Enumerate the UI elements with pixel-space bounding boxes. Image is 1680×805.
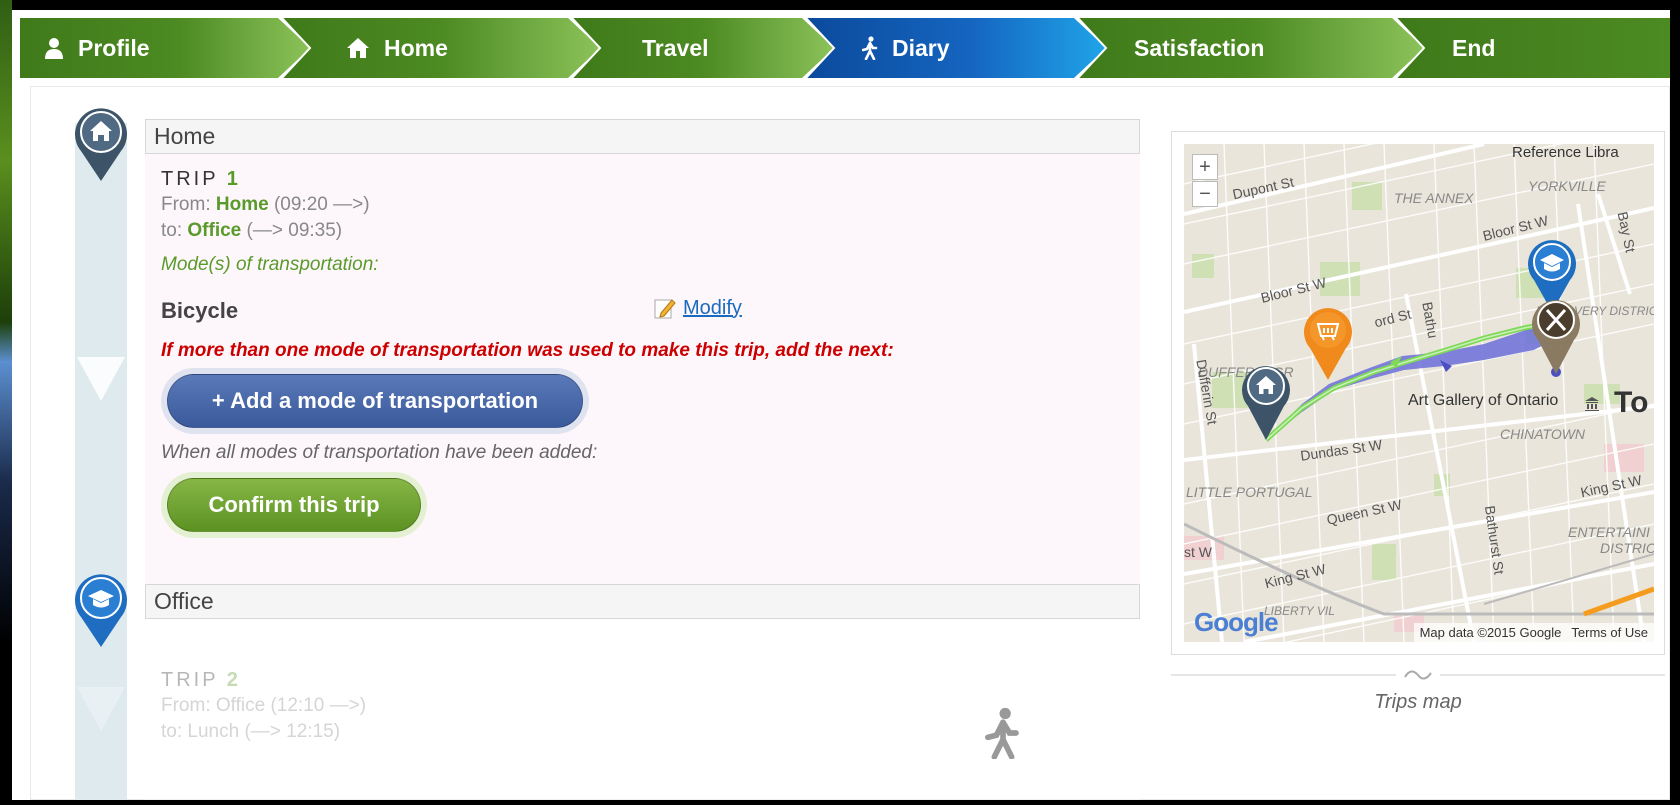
- step-home-label: Home: [384, 34, 448, 61]
- trip-heading: TRIP 1: [161, 168, 238, 191]
- trip-heading: TRIP 2: [161, 669, 238, 692]
- to-label: to:: [161, 220, 183, 241]
- map-label-yorkville: YORKVILLE: [1528, 178, 1606, 194]
- step-diary-background: [806, 18, 1106, 78]
- step-travel-label: Travel: [642, 34, 709, 61]
- step-end[interactable]: End: [1396, 18, 1670, 78]
- step-end-background: [1396, 18, 1670, 78]
- section-header-home: Home: [145, 119, 1140, 154]
- more-modes-note: If more than one mode of transportation …: [161, 340, 894, 361]
- chevron-down-icon: [77, 687, 125, 731]
- section-header-office: Office: [145, 584, 1140, 619]
- step-satisfaction-label: Satisfaction: [1134, 34, 1265, 61]
- step-satisfaction[interactable]: Satisfaction: [1078, 18, 1424, 78]
- section-title: Office: [154, 588, 214, 614]
- from-place: Office: [215, 695, 266, 716]
- graduation-cap-pin-icon: [75, 574, 127, 647]
- from-label: From:: [161, 194, 211, 215]
- step-profile-label-group: Profile: [44, 35, 150, 62]
- add-mode-button[interactable]: + Add a mode of transportation: [167, 374, 583, 428]
- trip-label: TRIP: [161, 168, 219, 190]
- trip-card-1: TRIP 1 From: Home (09:20 —>) to: Office …: [145, 154, 1140, 584]
- map-label-entertainment: ENTERTAINI: [1568, 524, 1650, 540]
- diary-content: Home TRIP 1 From: Home (09:20 —>) to: Of…: [30, 86, 1670, 800]
- edit-icon: [654, 299, 676, 319]
- step-end-label-group: End: [1452, 35, 1495, 62]
- trips-map-panel: Dupont St THE ANNEX YORKVILLE Reference …: [1171, 131, 1665, 655]
- to-time: (—> 12:15): [244, 721, 341, 742]
- from-place: Home: [215, 194, 269, 215]
- map-label-chinatown: CHINATOWN: [1500, 426, 1586, 442]
- person-icon: [45, 38, 63, 59]
- background-strip: [0, 0, 12, 805]
- map-label-little-portugal: LITTLE PORTUGAL: [1186, 484, 1313, 500]
- map-caption: Trips map: [1374, 691, 1462, 713]
- step-home[interactable]: Home: [282, 18, 600, 78]
- map-label-to: To: [1614, 386, 1649, 419]
- add-mode-button-wrap: + Add a mode of transportation: [161, 368, 589, 434]
- from-time: (12:10 —>): [270, 695, 367, 716]
- from-time: (09:20 —>): [273, 194, 370, 215]
- to-time: (—> 09:35): [246, 220, 343, 241]
- zoom-in-button[interactable]: +: [1192, 154, 1218, 180]
- all-added-note: When all modes of transportation have be…: [161, 442, 598, 463]
- section-title: Home: [154, 123, 216, 149]
- survey-page: Profile Home Travel Diary Satisfaction E…: [12, 10, 1670, 800]
- screen-frame: Profile Home Travel Diary Satisfaction E…: [0, 0, 1680, 805]
- chevron-down-icon: [77, 357, 125, 401]
- step-diary[interactable]: Diary: [806, 18, 1106, 78]
- confirm-trip-button[interactable]: Confirm this trip: [167, 478, 421, 532]
- step-profile[interactable]: Profile: [20, 18, 310, 78]
- map-label-art-gallery: Art Gallery of Ontario: [1408, 392, 1559, 409]
- trip-from-line: From: Home (09:20 —>): [161, 194, 370, 216]
- map-home-pin-icon: [1242, 366, 1290, 440]
- map-label-st-w: st W: [1184, 544, 1212, 560]
- terms-of-use-link[interactable]: Terms of Use: [1571, 625, 1648, 640]
- step-travel[interactable]: Travel: [572, 18, 834, 78]
- to-place: Office: [187, 220, 242, 241]
- zoom-out-button[interactable]: −: [1192, 181, 1218, 207]
- google-logo: Google: [1194, 607, 1279, 638]
- trip-to-line: to: Office (—> 09:35): [161, 220, 342, 242]
- step-end-label: End: [1452, 34, 1496, 61]
- map-label-district: DISTRIC: [1600, 540, 1654, 556]
- modify-label: Modify: [683, 296, 742, 319]
- map-divider: [1171, 665, 1665, 685]
- map-label-annex: THE ANNEX: [1394, 190, 1474, 206]
- walking-icon: [985, 707, 1019, 759]
- map-attribution: Map data ©2015 Google Terms of Use: [1413, 623, 1654, 642]
- trip-label: TRIP: [161, 669, 219, 691]
- step-profile-label: Profile: [78, 34, 150, 61]
- confirm-button-wrap: Confirm this trip: [161, 472, 427, 538]
- map-label-reference-library: Reference Libra: [1512, 144, 1619, 161]
- step-diary-label: Diary: [892, 34, 950, 61]
- to-label: to:: [161, 721, 183, 742]
- trip-number: 2: [226, 669, 238, 691]
- step-home-label-group: Home: [346, 35, 448, 62]
- trip-from-line: From: Office (12:10 —>): [161, 695, 366, 717]
- to-place: Lunch: [187, 721, 240, 742]
- home-pin-icon: [75, 108, 127, 181]
- trip-number: 1: [226, 168, 238, 190]
- trip-to-line: to: Lunch (—> 12:15): [161, 721, 340, 743]
- map-restaurant-pin-icon: [1532, 300, 1580, 374]
- google-logo-text: Google: [1194, 607, 1279, 637]
- map-shopping-pin-icon: [1304, 308, 1352, 380]
- from-label: From:: [161, 695, 211, 716]
- home-icon: [347, 38, 369, 58]
- step-navigation: Profile Home Travel Diary Satisfaction E…: [20, 18, 1670, 78]
- modify-link[interactable]: Modify: [653, 296, 742, 320]
- map-data-credit: Map data ©2015 Google: [1419, 625, 1562, 640]
- walking-icon: [862, 36, 878, 60]
- trips-map[interactable]: Dupont St THE ANNEX YORKVILLE Reference …: [1184, 144, 1654, 642]
- mode-name: Bicycle: [161, 298, 239, 323]
- museum-icon: [1585, 397, 1599, 411]
- step-satisfaction-label-group: Satisfaction: [1134, 35, 1264, 62]
- modes-heading: Mode(s) of transportation:: [161, 254, 379, 275]
- step-diary-label-group: Diary: [862, 35, 950, 62]
- step-travel-label-group: Travel: [642, 35, 709, 62]
